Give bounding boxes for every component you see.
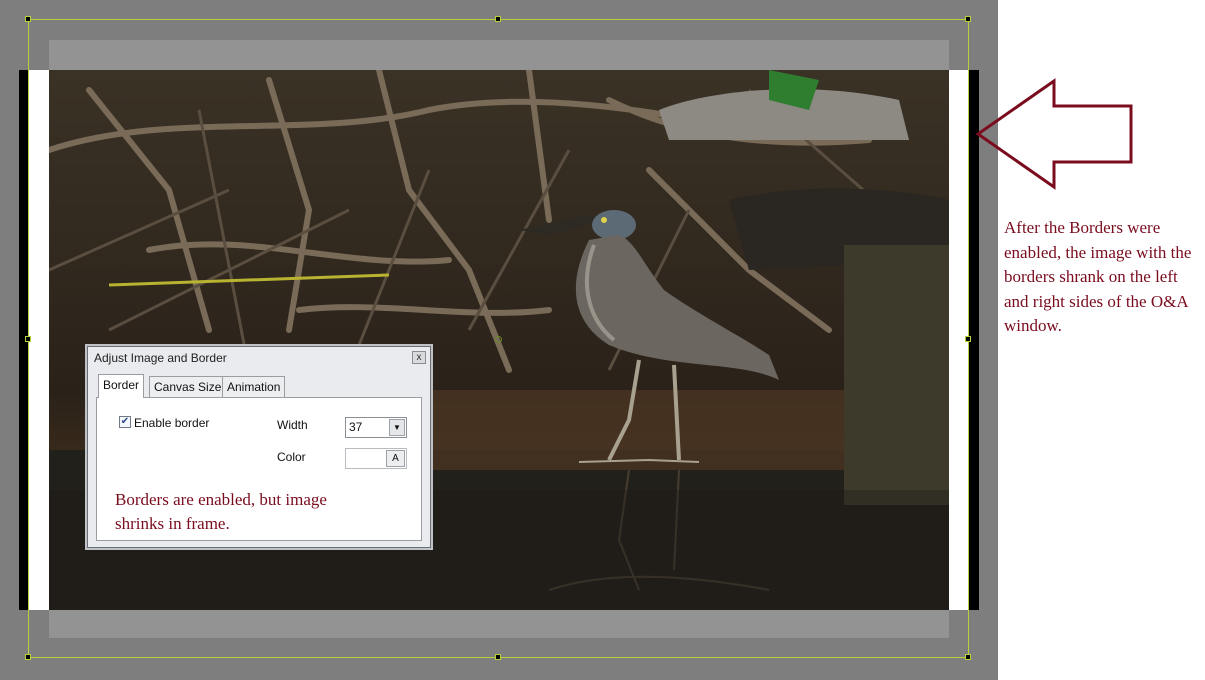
width-label: Width [277,418,308,432]
tab-border[interactable]: Border [98,374,145,398]
bottom-overlay-band [49,610,949,638]
top-overlay-band [49,40,949,70]
rotation-center-handle[interactable] [495,336,502,343]
resize-handle-top-right[interactable] [965,16,971,22]
checkmark-icon: ✔ [120,416,130,427]
resize-handle-left[interactable] [25,336,31,342]
resize-handle-right[interactable] [965,336,971,342]
tab-canvas-size[interactable]: Canvas Size [149,376,227,397]
border-tab-panel: ✔ Enable border Width 37 ▼ Color A Borde… [96,397,422,541]
tab-animation[interactable]: Animation [222,376,286,397]
width-value: 37 [349,420,363,434]
left-arrow-outline-icon [975,78,1133,190]
resize-handle-bottom-right[interactable] [965,654,971,660]
resize-handle-bottom[interactable] [495,654,501,660]
width-select[interactable]: 37 ▼ [345,417,407,438]
annotation-text: After the Borders were enabled, the imag… [1004,218,1192,335]
enable-border-checkbox[interactable]: ✔ [119,416,131,428]
resize-handle-top[interactable] [495,16,501,22]
close-icon[interactable]: x [412,351,426,364]
dialog-title: Adjust Image and Border [94,351,227,365]
resize-handle-top-left[interactable] [25,16,31,22]
adjust-image-dialog: Adjust Image and Border x Border Canvas … [87,346,431,548]
resize-handle-bottom-left[interactable] [25,654,31,660]
color-label: Color [277,450,306,464]
color-picker-button[interactable]: A [386,450,405,467]
dialog-annotation-note: Borders are enabled, but image shrinks i… [115,490,327,533]
color-field[interactable]: A [345,448,407,469]
left-white-border [29,70,49,610]
chevron-down-icon[interactable]: ▼ [389,419,405,436]
canvas-area[interactable] [0,0,998,680]
enable-border-label: Enable border [134,416,210,430]
